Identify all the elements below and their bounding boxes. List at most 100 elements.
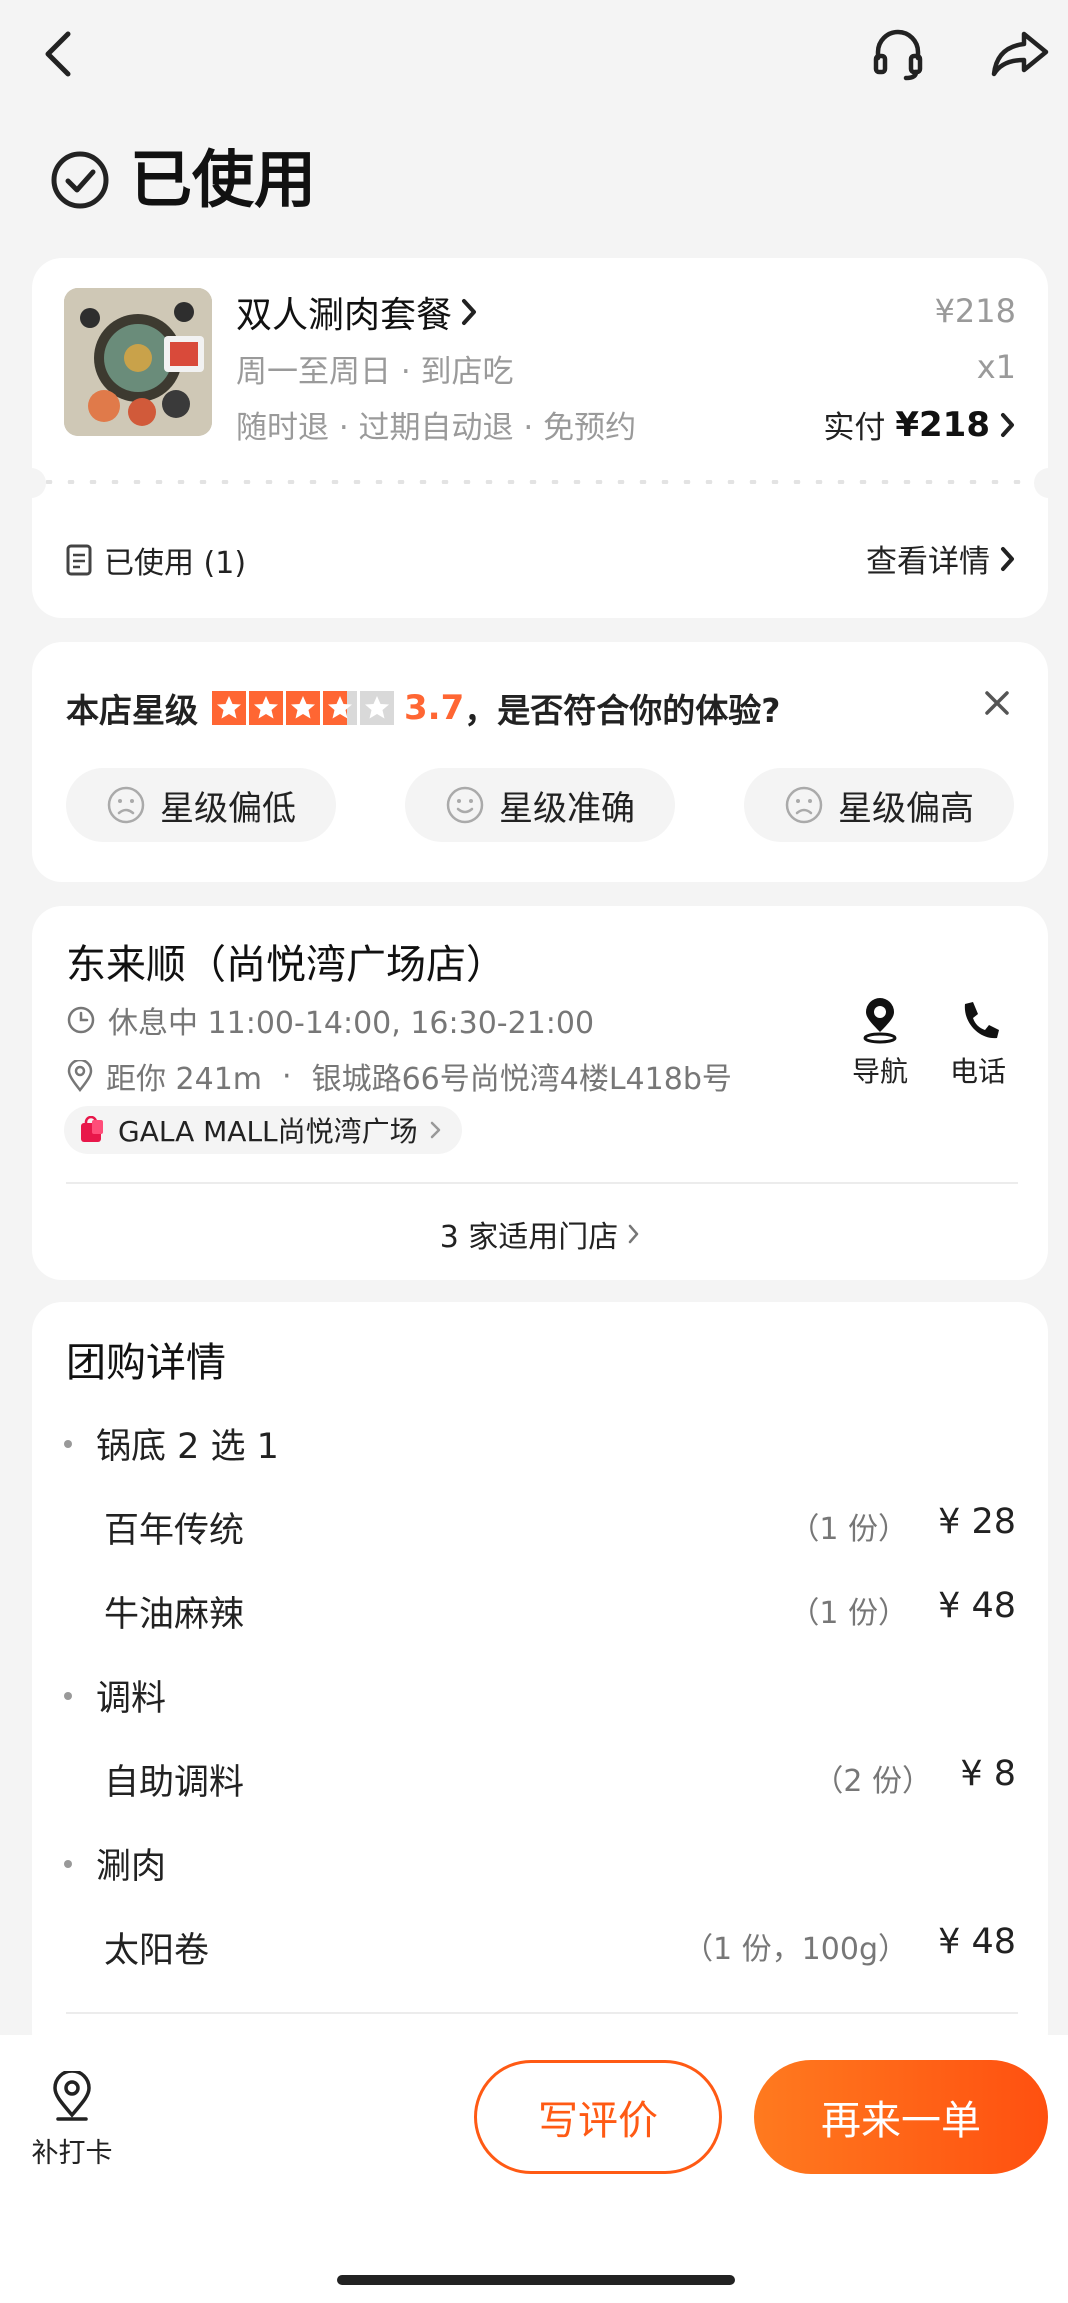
back-arrow-icon[interactable] (40, 30, 76, 78)
rating-option-label: 星级偏高 (838, 788, 974, 829)
divider (66, 1182, 1018, 1184)
deal-item-qty: （1 份，100g） (683, 1932, 908, 1967)
chevron-right-icon (1000, 411, 1016, 439)
navigate-button[interactable]: 导航 (840, 998, 920, 1090)
voucher-status: 已使用 (1) (66, 538, 246, 582)
store-address: 银城路66号尚悦湾4楼L418b号 (311, 1062, 732, 1097)
ticket-notch-right (1034, 468, 1064, 498)
bottom-action-bar: 补打卡 写评价 再来一单 (0, 2035, 1068, 2303)
deal-item-qty: （2 份） (813, 1764, 932, 1799)
deal-item-qty: （1 份） (789, 1512, 908, 1547)
rating-option-high[interactable]: 星级偏高 (744, 768, 1014, 842)
close-icon[interactable] (984, 690, 1010, 716)
deal-group-header: 涮肉 (64, 1838, 166, 1889)
smile-face-icon (445, 785, 485, 825)
product-title-link[interactable]: 双人涮肉套餐 (236, 286, 478, 338)
phone-label: 电话 (949, 1055, 1006, 1088)
customer-service-headset-icon[interactable] (872, 26, 924, 82)
check-circle-icon (50, 150, 110, 210)
deal-group-name: 调料 (96, 1679, 167, 1719)
star-rating (212, 691, 394, 725)
deal-item-row: 牛油麻辣 （1 份） ¥ 48 (104, 1586, 1016, 1637)
shopping-bag-icon (78, 1116, 106, 1144)
order-card: 双人涮肉套餐 周一至周日 · 到店吃 随时退 · 过期自动退 · 免预约 ¥21… (16, 258, 1064, 618)
deal-item-row: 太阳卷 （1 份，100g） ¥ 48 (104, 1922, 1016, 1973)
view-details-text: 查看详情 (866, 544, 990, 580)
clock-icon (66, 1005, 96, 1035)
navigation-pin-icon (859, 998, 901, 1044)
checkin-label: 补打卡 (31, 2138, 113, 2169)
bullet-dot (64, 1691, 72, 1700)
rating-option-label: 星级准确 (499, 788, 635, 829)
star-icon (249, 691, 283, 725)
deal-item-qty: （1 份） (789, 1596, 908, 1631)
deal-item-row: 自助调料 （2 份） ¥ 8 (104, 1754, 1016, 1805)
store-card: 东来顺（尚悦湾广场店） 休息中 11:00-14:00, 16:30-21:00… (32, 906, 1048, 1280)
deal-item-name: 自助调料 (104, 1763, 245, 1803)
deal-item-price: ¥ 8 (960, 1754, 1016, 1794)
rating-score: 3.7 (404, 688, 465, 728)
product-subtitle: 周一至周日 · 到店吃 (236, 354, 514, 390)
rating-prefix: 本店星级 (66, 691, 198, 730)
reorder-button[interactable]: 再来一单 (754, 2060, 1048, 2174)
rating-row: 本店星级 3.7 ，是否符合你的体验? (66, 684, 780, 732)
view-details-link[interactable]: 查看详情 (866, 536, 1016, 581)
top-bar (0, 0, 1068, 110)
product-title: 双人涮肉套餐 (236, 295, 453, 336)
chevron-right-icon (628, 1223, 640, 1245)
phone-icon (957, 998, 999, 1044)
unit-price: ¥218 (934, 292, 1016, 330)
ticket-divider (32, 480, 1048, 484)
chevron-right-icon (460, 297, 478, 327)
rating-question: ，是否符合你的体验? (464, 691, 781, 730)
product-thumbnail[interactable] (64, 288, 212, 436)
checkin-button[interactable]: 补打卡 (24, 2071, 120, 2170)
deal-details-card: 团购详情 锅底 2 选 1 百年传统 （1 份） ¥ 28 牛油麻辣 （1 份）… (32, 1302, 1048, 2062)
store-name[interactable]: 东来顺（尚悦湾广场店） (66, 932, 506, 990)
navigate-label: 导航 (851, 1055, 908, 1088)
rating-feedback-card: 本店星级 3.7 ，是否符合你的体验? 星级偏低 星级准确 星级偏高 (32, 642, 1048, 882)
deal-group-header: 调料 (64, 1670, 166, 1721)
deal-group-header: 锅底 2 选 1 (64, 1418, 279, 1469)
mall-name: GALA MALL尚悦湾广场 (118, 1115, 418, 1148)
paid-amount: ¥218 (895, 404, 990, 445)
share-icon[interactable] (990, 28, 1050, 80)
location-pin-icon (66, 1060, 94, 1092)
paid-label: 实付 (823, 410, 886, 446)
separator-dot: · (282, 1058, 292, 1094)
star-icon (212, 691, 246, 725)
deal-item-price: ¥ 48 (938, 1922, 1016, 1962)
applicable-stores-text: 3 家适用门店 (439, 1220, 619, 1255)
sad-face-icon (106, 785, 146, 825)
product-policy: 随时退 · 过期自动退 · 免预约 (236, 410, 637, 446)
store-address-row: 距你 241m · 银城路66号尚悦湾4楼L418b号 (66, 1054, 732, 1098)
bullet-dot (64, 1859, 72, 1868)
star-icon (360, 691, 394, 725)
write-review-button[interactable]: 写评价 (474, 2060, 722, 2174)
sad-face-icon (784, 785, 824, 825)
chevron-right-icon (430, 1120, 442, 1140)
divider (66, 2012, 1018, 2014)
home-indicator (337, 2275, 735, 2285)
rating-option-low[interactable]: 星级偏低 (66, 768, 336, 842)
deal-item-name: 百年传统 (104, 1511, 245, 1551)
deal-group-name: 涮肉 (96, 1847, 167, 1887)
deal-group-name: 锅底 2 选 1 (96, 1427, 279, 1467)
bullet-dot (64, 1439, 72, 1448)
paid-amount-link[interactable]: 实付 ¥218 (823, 402, 1016, 447)
chevron-right-icon (1000, 545, 1016, 573)
deal-item-row: 百年传统 （1 份） ¥ 28 (104, 1502, 1016, 1553)
store-distance: 距你 241m (106, 1062, 263, 1097)
phone-button[interactable]: 电话 (938, 998, 1018, 1090)
document-icon (66, 544, 92, 576)
deal-details-title: 团购详情 (66, 1340, 226, 1386)
rating-option-accurate[interactable]: 星级准确 (405, 768, 675, 842)
deal-item-price: ¥ 28 (938, 1502, 1016, 1542)
applicable-stores-link[interactable]: 3 家适用门店 (32, 1212, 1048, 1256)
voucher-status-text: 已使用 (1) (104, 546, 247, 581)
mall-tag[interactable]: GALA MALL尚悦湾广场 (64, 1106, 462, 1154)
ticket-notch-left (16, 468, 46, 498)
rating-option-label: 星级偏低 (160, 788, 296, 829)
deal-item-price: ¥ 48 (938, 1586, 1016, 1626)
deal-item-name: 牛油麻辣 (104, 1595, 245, 1635)
